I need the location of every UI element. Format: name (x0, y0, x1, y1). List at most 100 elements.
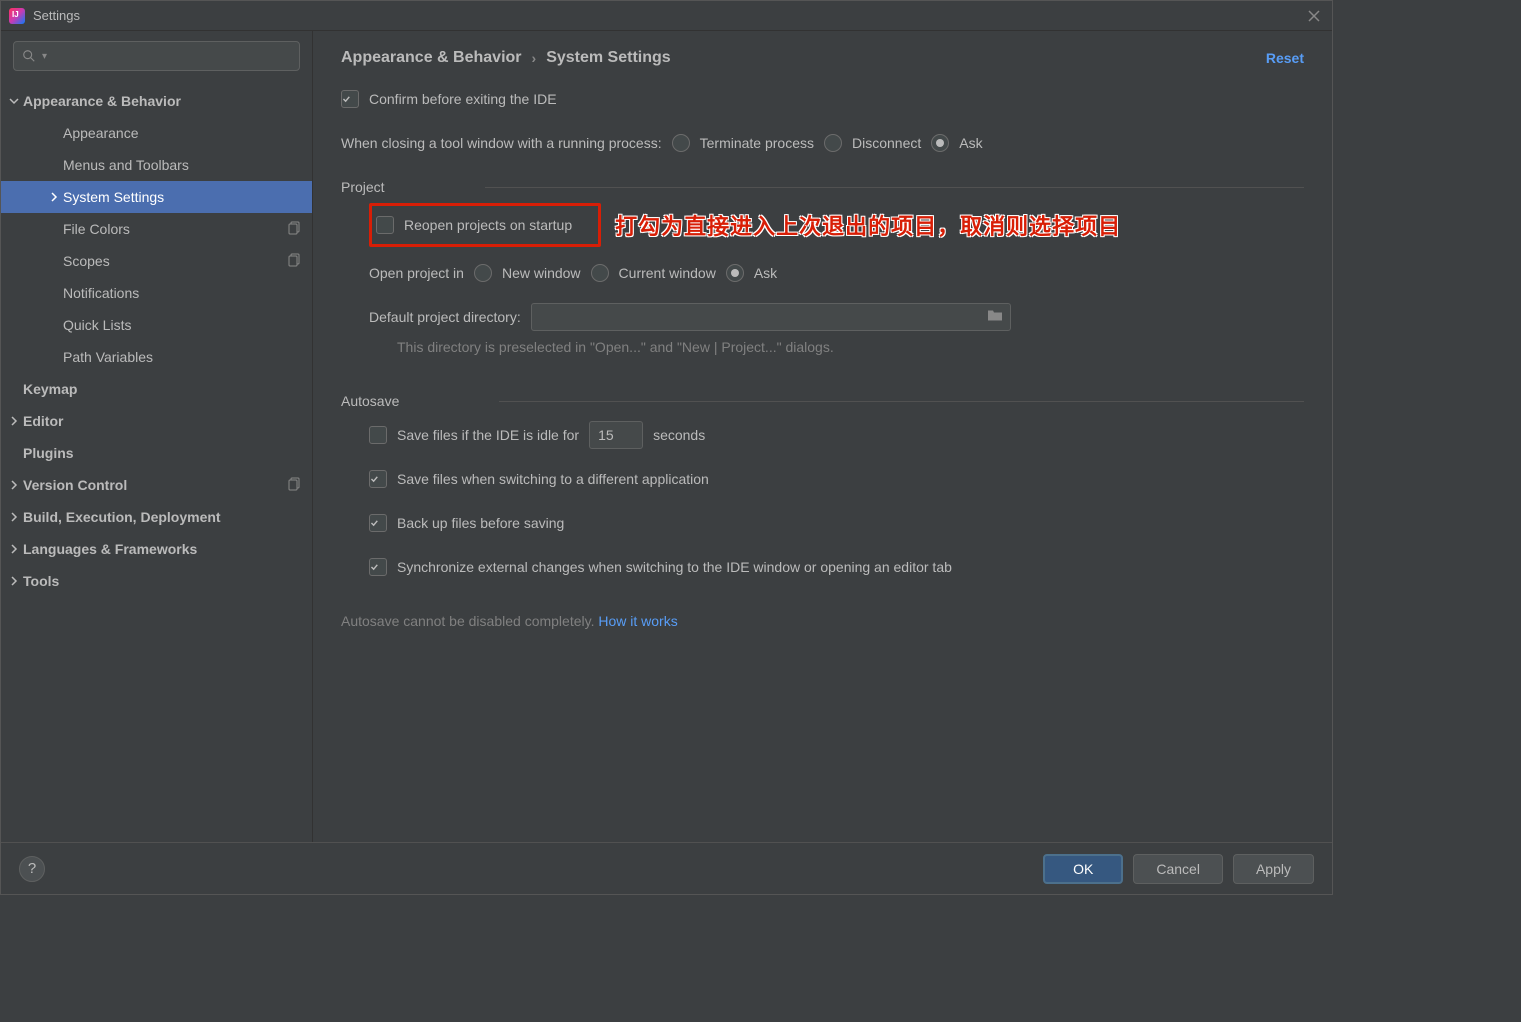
sidebar-item-label: Plugins (23, 445, 74, 461)
autosave-note: Autosave cannot be disabled completely. … (313, 609, 1332, 633)
sidebar-item-tools[interactable]: Tools (1, 565, 312, 597)
sidebar-item-label: Build, Execution, Deployment (23, 509, 221, 525)
sidebar-item-file-colors[interactable]: File Colors (1, 213, 312, 245)
settings-tree: Appearance & Behavior Appearance Menus and… (1, 81, 312, 842)
body: ▾ Appearance & Behavior Appearance Menus a… (1, 31, 1332, 842)
sidebar-item-appearance[interactable]: Appearance (1, 117, 312, 149)
terminate-label: Terminate process (700, 135, 814, 151)
settings-window: Settings ▾ Appearance & BehaviorAppearan… (0, 0, 1333, 895)
copy-icon (288, 477, 302, 494)
sidebar-item-appearance-behavior[interactable]: Appearance & Behavior (1, 85, 312, 117)
open-ask-label: Ask (754, 265, 777, 281)
search-dropdown-icon: ▾ (42, 51, 47, 62)
sidebar-item-system-settings[interactable]: System Settings (1, 181, 312, 213)
disconnect-radio[interactable] (824, 134, 842, 152)
project-group-title: Project (341, 179, 385, 195)
copy-icon (288, 221, 302, 238)
new-window-radio[interactable] (474, 264, 492, 282)
switch-app-label: Save files when switching to a different… (397, 471, 709, 487)
content-scroll[interactable]: Appearance & Behavior › System Settings … (313, 31, 1332, 842)
sidebar-item-label: File Colors (63, 221, 130, 237)
apply-button[interactable]: Apply (1233, 854, 1314, 884)
sidebar-item-label: Notifications (63, 285, 139, 301)
chevron-right-icon (47, 190, 61, 204)
titlebar: Settings (1, 1, 1332, 31)
sidebar-item-label: Keymap (23, 381, 77, 397)
breadcrumb: Appearance & Behavior › System Settings (341, 49, 671, 67)
sidebar-item-label: Scopes (63, 253, 110, 269)
ask-radio[interactable] (931, 134, 949, 152)
search-box[interactable]: ▾ (13, 41, 300, 71)
open-in-label: Open project in (369, 265, 464, 281)
chevron-right-icon (7, 542, 21, 556)
sidebar-item-label: Appearance (63, 125, 139, 141)
folder-icon[interactable] (987, 309, 1003, 326)
idle-seconds-input[interactable] (589, 421, 643, 449)
check-icon (370, 473, 379, 485)
annotation-highlight-box: Reopen projects on startup (369, 203, 601, 247)
search-input[interactable] (53, 49, 291, 64)
switch-app-checkbox[interactable] (369, 470, 387, 488)
sidebar-item-build-execution-deployment[interactable]: Build, Execution, Deployment (1, 501, 312, 533)
how-it-works-link[interactable]: How it works (598, 613, 677, 629)
autosave-group-title: Autosave (341, 393, 399, 409)
sidebar-item-version-control[interactable]: Version Control (1, 469, 312, 501)
default-dir-input[interactable] (531, 303, 1011, 331)
sidebar-item-languages-frameworks[interactable]: Languages & Frameworks (1, 533, 312, 565)
sidebar-item-label: Appearance & Behavior (23, 93, 181, 109)
breadcrumb-current: System Settings (546, 49, 670, 67)
breadcrumb-row: Appearance & Behavior › System Settings … (313, 31, 1332, 77)
chevron-right-icon (7, 414, 21, 428)
check-icon (342, 93, 351, 105)
chevron-right-icon (7, 574, 21, 588)
sidebar-item-label: Editor (23, 413, 63, 429)
sidebar-item-label: Version Control (23, 477, 127, 493)
window-title: Settings (33, 8, 80, 23)
check-icon (370, 517, 379, 529)
breadcrumb-parent[interactable]: Appearance & Behavior (341, 49, 522, 67)
close-button[interactable] (1304, 6, 1324, 26)
sidebar-item-path-variables[interactable]: Path Variables (1, 341, 312, 373)
open-ask-radio[interactable] (726, 264, 744, 282)
sidebar-item-label: Tools (23, 573, 59, 589)
idle-label-pre: Save files if the IDE is idle for (397, 427, 579, 443)
autosave-idle-row: Save files if the IDE is idle for second… (313, 413, 1332, 457)
reopen-checkbox[interactable] (376, 216, 394, 234)
sync-row: Synchronize external changes when switch… (313, 545, 1332, 589)
current-window-label: Current window (619, 265, 716, 281)
sidebar-item-notifications[interactable]: Notifications (1, 277, 312, 309)
backup-label: Back up files before saving (397, 515, 564, 531)
sidebar-item-scopes[interactable]: Scopes (1, 245, 312, 277)
sidebar-item-plugins[interactable]: Plugins (1, 437, 312, 469)
sidebar-item-quick-lists[interactable]: Quick Lists (1, 309, 312, 341)
sidebar-item-editor[interactable]: Editor (1, 405, 312, 437)
default-dir-label: Default project directory: (369, 309, 521, 325)
divider (499, 401, 1304, 402)
idle-checkbox[interactable] (369, 426, 387, 444)
open-project-row: Open project in New window Current windo… (313, 251, 1332, 295)
backup-checkbox[interactable] (369, 514, 387, 532)
app-icon (9, 8, 25, 24)
sidebar-item-keymap[interactable]: Keymap (1, 373, 312, 405)
search-icon (22, 49, 36, 63)
reopen-row: Reopen projects on startup 打勾为直接进入上次退出的项… (313, 199, 1332, 251)
default-dir-row: Default project directory: This director… (313, 295, 1332, 359)
sidebar-item-menus-and-toolbars[interactable]: Menus and Toolbars (1, 149, 312, 181)
reset-link[interactable]: Reset (1266, 50, 1304, 66)
reopen-label: Reopen projects on startup (404, 217, 572, 233)
current-window-radio[interactable] (591, 264, 609, 282)
ok-button[interactable]: OK (1043, 854, 1123, 884)
backup-row: Back up files before saving (313, 501, 1332, 545)
sync-checkbox[interactable] (369, 558, 387, 576)
cancel-button[interactable]: Cancel (1133, 854, 1223, 884)
check-icon (370, 561, 379, 573)
sidebar-item-label: Path Variables (63, 349, 153, 365)
closing-label: When closing a tool window with a runnin… (341, 135, 662, 151)
close-icon (1308, 10, 1320, 22)
confirm-exit-checkbox[interactable] (341, 90, 359, 108)
sidebar-item-label: Menus and Toolbars (63, 157, 189, 173)
divider (485, 187, 1304, 188)
new-window-label: New window (502, 265, 581, 281)
terminate-radio[interactable] (672, 134, 690, 152)
help-button[interactable]: ? (19, 856, 45, 882)
